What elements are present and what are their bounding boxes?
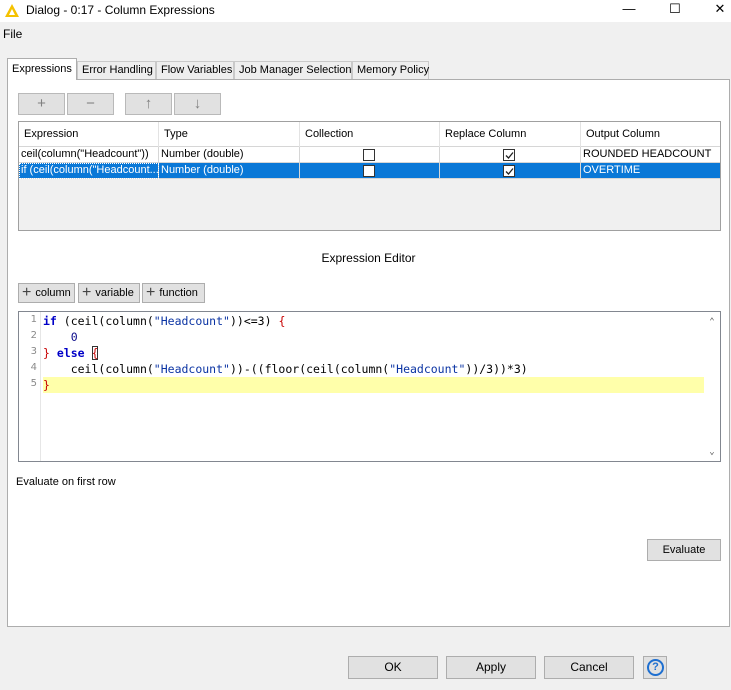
- line-number: 2: [30, 330, 37, 341]
- table-header: Expression Type Collection Replace Colum…: [19, 122, 720, 147]
- title-bar: Dialog - 0:17 - Column Expressions — ☐ ✕: [0, 0, 731, 22]
- column-header-replace-column[interactable]: Replace Column: [440, 122, 581, 147]
- cell-output-column[interactable]: ROUNDED HEADCOUNT: [581, 147, 720, 163]
- cell-expression[interactable]: if (ceil(column("Headcount...: [19, 163, 159, 179]
- code-text: ))<=3): [229, 314, 279, 328]
- code-text: (ceil(column(: [56, 314, 154, 328]
- line-number: 4: [30, 362, 37, 373]
- code-number: 0: [70, 330, 78, 344]
- expressions-panel: + − ↑ ↓ Expression Type Collection Repla…: [7, 79, 730, 627]
- code-brace: }: [43, 346, 50, 360]
- move-down-button[interactable]: ↓: [174, 93, 221, 115]
- help-icon: ?: [647, 659, 664, 676]
- code-text: ))-((floor(ceil(column(: [229, 362, 390, 376]
- apply-button[interactable]: Apply: [446, 656, 536, 679]
- replace-column-checkbox[interactable]: [503, 165, 515, 177]
- collection-checkbox[interactable]: [363, 149, 375, 161]
- cell-expression[interactable]: ceil(column("Headcount")): [19, 147, 159, 163]
- plus-icon: +: [82, 284, 92, 301]
- tab-job-manager-selection[interactable]: Job Manager Selection: [234, 61, 352, 79]
- cancel-button[interactable]: Cancel: [544, 656, 634, 679]
- cell-replace-column: [440, 147, 581, 163]
- cell-replace-column: [440, 163, 581, 179]
- code-line[interactable]: 0: [43, 329, 705, 345]
- tab-expressions[interactable]: Expressions: [7, 58, 77, 80]
- checkmark-icon: [505, 152, 514, 159]
- code-brace: }: [43, 378, 50, 392]
- scroll-up-arrow-icon[interactable]: ⌃: [704, 314, 720, 330]
- knime-app-icon: [5, 4, 19, 17]
- close-button[interactable]: ✕: [697, 0, 731, 20]
- code-string: "Headcount": [389, 362, 466, 376]
- collection-checkbox[interactable]: [363, 165, 375, 177]
- line-number-gutter: 1 2 3 4 5: [19, 312, 41, 461]
- column-header-type[interactable]: Type: [159, 122, 300, 147]
- code-brace-matched: {: [91, 346, 99, 360]
- cell-type[interactable]: Number (double): [159, 147, 300, 163]
- tab-error-handling[interactable]: Error Handling: [77, 61, 156, 79]
- evaluate-on-first-row-label: Evaluate on first row: [16, 476, 116, 488]
- code-text: ))/3))*3): [465, 362, 528, 376]
- insert-function-label: function: [159, 287, 198, 299]
- add-expression-button[interactable]: +: [18, 93, 65, 115]
- line-number: 5: [30, 378, 37, 389]
- cell-output-column[interactable]: OVERTIME: [581, 163, 720, 179]
- code-line-current[interactable]: }: [43, 377, 705, 393]
- remove-expression-button[interactable]: −: [67, 93, 114, 115]
- ok-button[interactable]: OK: [348, 656, 438, 679]
- replace-column-checkbox[interactable]: [503, 149, 515, 161]
- menu-file[interactable]: File: [3, 27, 22, 41]
- window-title: Dialog - 0:17 - Column Expressions: [26, 3, 215, 17]
- code-keyword: else: [56, 346, 85, 360]
- expression-editor-title: Expression Editor: [321, 251, 416, 265]
- cell-collection: [300, 163, 440, 179]
- tab-flow-variables[interactable]: Flow Variables: [156, 61, 234, 79]
- minimize-button[interactable]: —: [606, 0, 652, 20]
- menu-bar: File: [0, 22, 731, 42]
- help-button[interactable]: ?: [643, 656, 667, 679]
- insert-column-button[interactable]: + column: [18, 283, 75, 303]
- move-up-button[interactable]: ↑: [125, 93, 172, 115]
- code-line[interactable]: ceil(column("Headcount"))-((floor(ceil(c…: [43, 361, 705, 377]
- code-string: "Headcount": [153, 314, 230, 328]
- evaluate-button[interactable]: Evaluate: [647, 539, 721, 561]
- maximize-button[interactable]: ☐: [652, 0, 698, 20]
- plus-icon: +: [146, 284, 156, 301]
- column-header-output-column[interactable]: Output Column: [581, 122, 720, 147]
- cell-collection: [300, 147, 440, 163]
- column-header-expression[interactable]: Expression: [19, 122, 159, 147]
- tab-memory-policy[interactable]: Memory Policy: [352, 61, 429, 79]
- insert-variable-button[interactable]: + variable: [78, 283, 140, 303]
- code-string: "Headcount": [153, 362, 230, 376]
- table-row[interactable]: ceil(column("Headcount")) Number (double…: [19, 147, 720, 163]
- code-text: ceil(column(: [70, 362, 154, 376]
- line-number: 3: [30, 346, 37, 357]
- insert-variable-label: variable: [95, 287, 134, 299]
- code-brace: {: [278, 314, 286, 328]
- checkmark-icon: [505, 168, 514, 175]
- editor-vertical-scrollbar[interactable]: ⌃ ⌄: [704, 312, 720, 461]
- line-number: 1: [30, 314, 37, 325]
- insert-function-button[interactable]: + function: [142, 283, 205, 303]
- expressions-table: Expression Type Collection Replace Colum…: [18, 121, 721, 231]
- expression-code-editor[interactable]: 1 2 3 4 5 if (ceil(column("Headcount"))<…: [18, 311, 721, 462]
- insert-column-label: column: [35, 287, 71, 299]
- scroll-down-arrow-icon[interactable]: ⌄: [704, 444, 720, 460]
- column-header-collection[interactable]: Collection: [300, 122, 440, 147]
- code-line[interactable]: if (ceil(column("Headcount"))<=3) {: [43, 313, 705, 329]
- code-keyword: if: [43, 314, 57, 328]
- table-row[interactable]: if (ceil(column("Headcount... Number (do…: [19, 163, 720, 179]
- plus-icon: +: [22, 284, 32, 301]
- cell-type[interactable]: Number (double): [159, 163, 300, 179]
- code-line[interactable]: } else {: [43, 345, 705, 361]
